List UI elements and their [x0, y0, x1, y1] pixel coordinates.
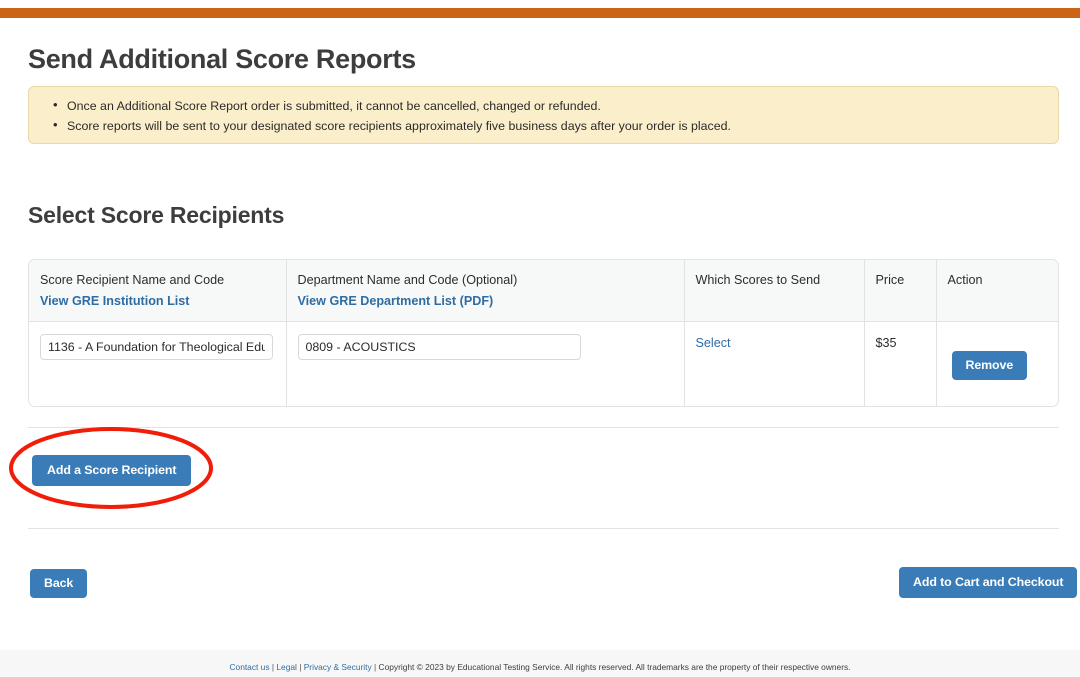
top-accent-bar	[0, 8, 1080, 18]
divider-above-footer-actions	[28, 528, 1059, 529]
cell-department	[286, 321, 685, 406]
remove-button[interactable]: Remove	[951, 351, 1028, 380]
column-header-which-scores: Which Scores to Send	[684, 260, 865, 322]
page-footer: Contact us | Legal | Privacy & Security …	[0, 650, 1080, 677]
add-a-score-recipient-button[interactable]: Add a Score Recipient	[32, 455, 192, 486]
cell-price: $35	[864, 321, 937, 406]
table-header-row: Score Recipient Name and Code View GRE I…	[29, 260, 1058, 322]
notice-item-1: Once an Additional Score Report order is…	[53, 95, 1058, 116]
view-gre-institution-list-link[interactable]: View GRE Institution List	[40, 294, 286, 308]
notice-list: Once an Additional Score Report order is…	[29, 95, 1058, 136]
divider-above-add-recipient	[28, 427, 1059, 428]
cell-action: Remove	[936, 321, 1059, 406]
page-content: Send Additional Score Reports Once an Ad…	[0, 18, 1080, 650]
view-gre-department-list-link[interactable]: View GRE Department List (PDF)	[298, 294, 684, 308]
column-header-action-label: Action	[947, 273, 983, 287]
page-title: Send Additional Score Reports	[28, 44, 416, 74]
footer-text: Contact us | Legal | Privacy & Security …	[0, 662, 1080, 672]
remove-button-wrapper: Remove	[948, 334, 1059, 380]
score-recipients-table: Score Recipient Name and Code View GRE I…	[28, 259, 1059, 407]
column-header-department-label: Department Name and Code (Optional)	[297, 273, 518, 287]
footer-link-privacy-security[interactable]: Privacy & Security	[304, 662, 372, 672]
footer-link-contact-us[interactable]: Contact us	[229, 662, 269, 672]
column-header-department: Department Name and Code (Optional) View…	[286, 260, 685, 322]
cell-which-scores: Select	[684, 321, 865, 406]
price-value: $35	[875, 336, 897, 350]
footer-copyright: Copyright © 2023 by Educational Testing …	[378, 662, 851, 672]
footer-separator-2: |	[296, 662, 304, 672]
footer-separator-3: |	[371, 662, 379, 672]
notice-item-2: Score reports will be sent to your desig…	[53, 115, 1058, 136]
footer-link-legal[interactable]: Legal	[276, 662, 297, 672]
column-header-recipient: Score Recipient Name and Code View GRE I…	[29, 260, 287, 322]
select-scores-link[interactable]: Select	[696, 334, 731, 350]
section-title: Select Score Recipients	[28, 202, 285, 228]
column-header-action: Action	[936, 260, 1058, 322]
column-header-price: Price	[864, 260, 937, 322]
notice-box: Once an Additional Score Report order is…	[28, 86, 1059, 144]
table-row: Select $35 Remove	[29, 321, 1059, 406]
department-input[interactable]	[297, 334, 581, 360]
score-recipient-input[interactable]	[40, 334, 273, 360]
cell-recipient	[29, 321, 287, 406]
add-to-cart-and-checkout-button[interactable]: Add to Cart and Checkout	[899, 567, 1078, 598]
column-header-price-label: Price	[875, 273, 905, 287]
back-button[interactable]: Back	[30, 569, 88, 598]
column-header-which-scores-label: Which Scores to Send	[695, 273, 821, 287]
column-header-recipient-label: Score Recipient Name and Code	[40, 273, 225, 287]
